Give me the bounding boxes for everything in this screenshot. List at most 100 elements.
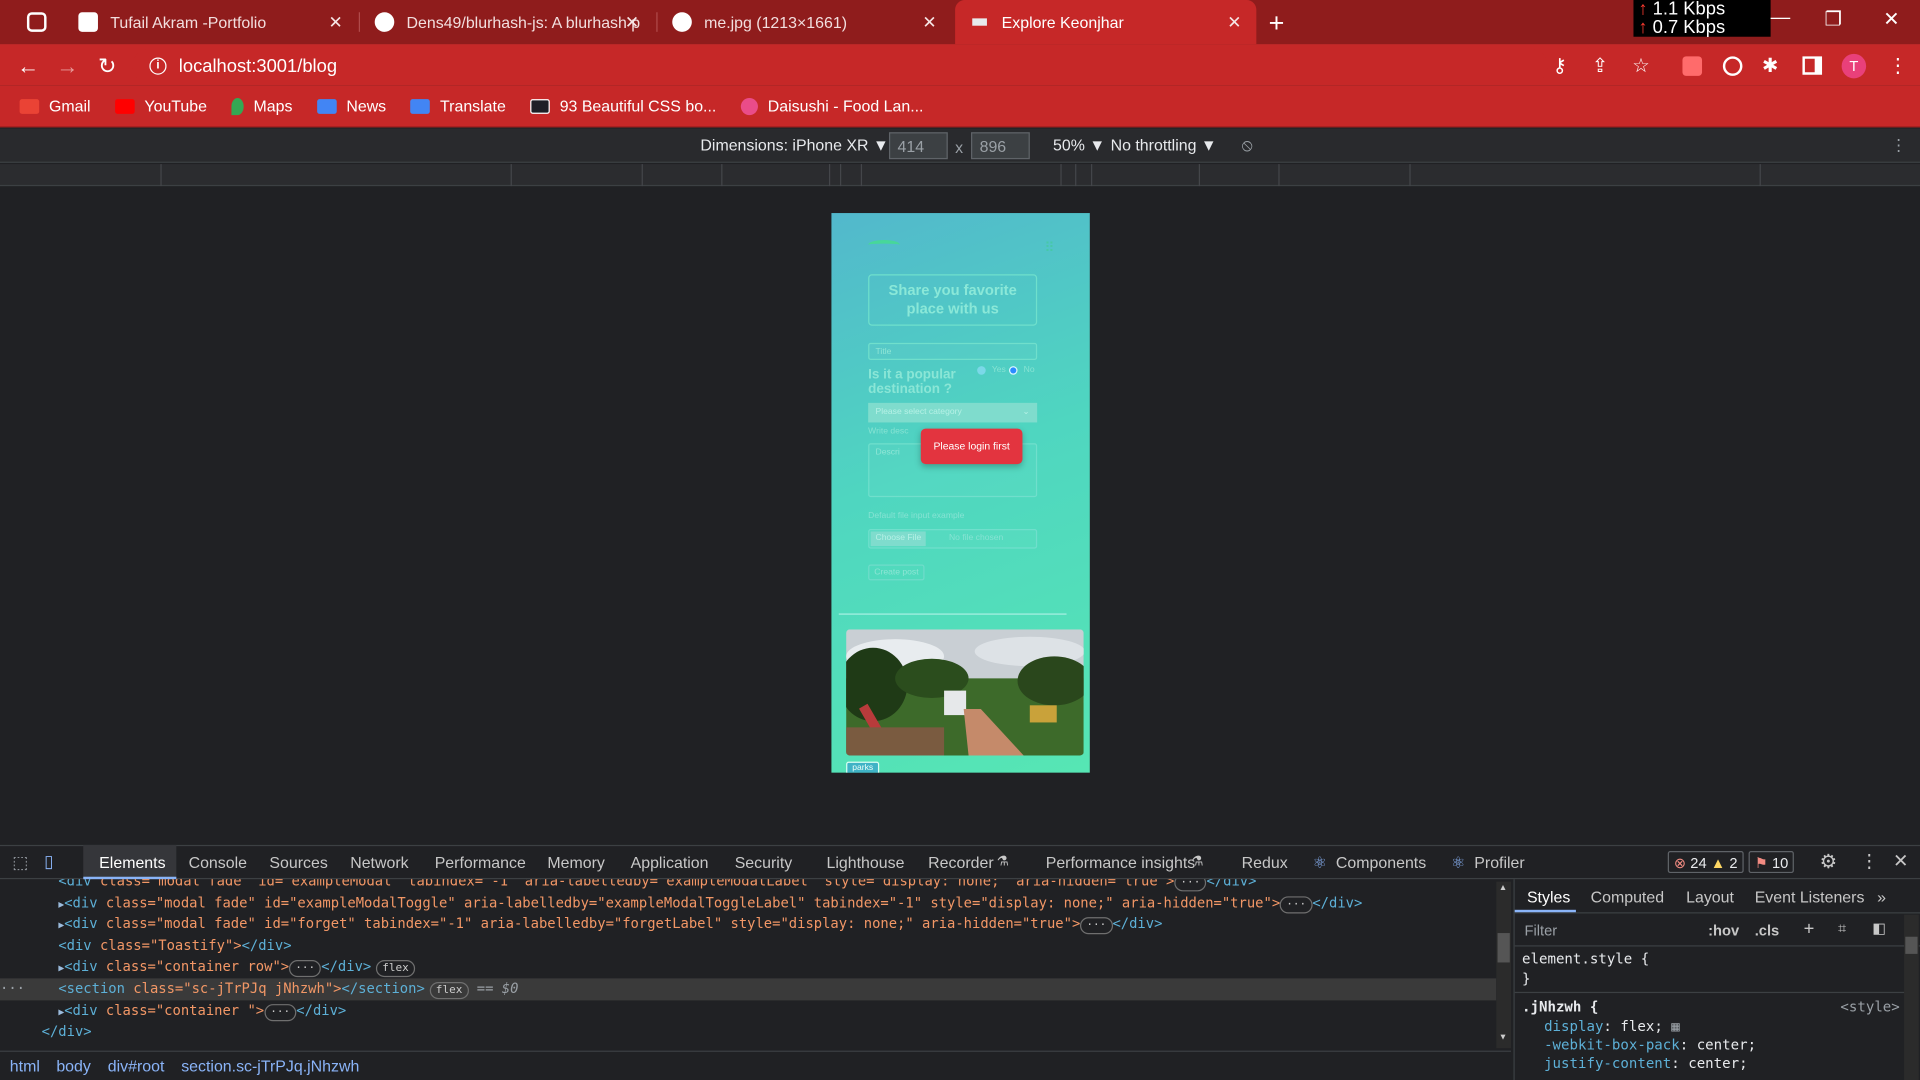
grid-menu-icon[interactable]: ⠿ bbox=[1044, 240, 1054, 256]
dimensions-dropdown[interactable]: Dimensions: iPhone XR ▼ bbox=[700, 136, 888, 154]
key-icon[interactable]: ⚷ bbox=[1553, 54, 1567, 78]
close-devtools-icon[interactable]: ✕ bbox=[1893, 850, 1908, 872]
cls-button[interactable]: .cls bbox=[1755, 922, 1780, 939]
tab-portfolio[interactable]: Tufail Akram -Portfolio ✕ bbox=[64, 0, 358, 44]
chrome-menu-icon[interactable] bbox=[26, 12, 47, 32]
dom-node-line[interactable]: </div> bbox=[0, 1021, 1496, 1043]
add-rule-icon[interactable]: + bbox=[1804, 918, 1815, 939]
close-tab-icon[interactable]: ✕ bbox=[1227, 12, 1241, 32]
css-property[interactable]: display: flex; ▦ bbox=[1544, 1018, 1680, 1036]
extension-icon[interactable] bbox=[1682, 56, 1703, 76]
styles-filter-input[interactable]: Filter bbox=[1524, 922, 1557, 939]
tab-image[interactable]: me.jpg (1213×1661) ✕ bbox=[658, 0, 952, 44]
restore-icon[interactable]: ❐ bbox=[1824, 7, 1842, 31]
styles-scrollbar[interactable] bbox=[1904, 914, 1919, 1080]
reload-icon[interactable]: ↻ bbox=[98, 54, 116, 80]
collapsed-ellipsis[interactable]: ··· bbox=[1280, 895, 1313, 913]
create-post-button[interactable]: Create post bbox=[868, 564, 925, 581]
puzzle-icon[interactable]: ✱ bbox=[1762, 54, 1778, 78]
tab-performance[interactable]: Performance bbox=[435, 853, 526, 871]
css-property[interactable]: justify-content: center; bbox=[1544, 1054, 1747, 1072]
zoom-dropdown[interactable]: 50% ▼ bbox=[1053, 136, 1105, 154]
close-tab-icon[interactable]: ✕ bbox=[625, 12, 639, 32]
side-panel-icon[interactable] bbox=[1802, 56, 1823, 75]
back-arrow-icon[interactable]: ← bbox=[17, 54, 39, 80]
tab-memory[interactable]: Memory bbox=[547, 853, 604, 871]
bookmark-youtube[interactable]: YouTube bbox=[115, 97, 207, 115]
dom-node-line[interactable]: <div class="modal fade" id="exampleModal… bbox=[0, 879, 1496, 892]
tab-console[interactable]: Console bbox=[189, 853, 247, 871]
flex-editor-icon[interactable]: ▦ bbox=[1671, 1018, 1679, 1035]
dom-node-line[interactable]: ▶<div class="modal fade" id="forget" tab… bbox=[0, 914, 1496, 936]
collapsed-ellipsis[interactable]: ··· bbox=[264, 1003, 297, 1021]
tab-recorder[interactable]: Recorder bbox=[928, 853, 993, 871]
devtools-more-icon[interactable]: ⋮ bbox=[1860, 850, 1878, 872]
tab-styles[interactable]: Styles bbox=[1527, 888, 1570, 906]
new-tab-button[interactable]: + bbox=[1269, 7, 1285, 39]
tab-security[interactable]: Security bbox=[735, 853, 793, 871]
tab-event-listeners[interactable]: Event Listeners bbox=[1755, 888, 1865, 906]
issues-badge[interactable]: ⚑ 10 bbox=[1748, 851, 1795, 874]
avatar[interactable]: T bbox=[1841, 53, 1867, 79]
dom-node-line[interactable]: ▶<div class="modal fade" id="exampleModa… bbox=[0, 892, 1496, 914]
dom-node-line[interactable]: <div class="Toastify"></div> bbox=[0, 935, 1496, 957]
close-tab-icon[interactable]: ✕ bbox=[922, 12, 936, 32]
elements-scrollbar[interactable]: ▲ ▼ bbox=[1496, 881, 1512, 1049]
tab-profiler[interactable]: Profiler bbox=[1474, 853, 1524, 871]
bookmark-daisushi[interactable]: Daisushi - Food Lan... bbox=[740, 97, 923, 115]
rule-source-link[interactable]: <style> bbox=[1840, 998, 1899, 1016]
tab-performance-insights[interactable]: Performance insights bbox=[1046, 853, 1196, 871]
collapsed-ellipsis[interactable]: ··· bbox=[1080, 917, 1113, 935]
tab-elements[interactable]: Elements bbox=[99, 853, 165, 871]
bookmark-gmail[interactable]: Gmail bbox=[19, 97, 91, 115]
tab-computed[interactable]: Computed bbox=[1591, 888, 1664, 906]
dom-node-line[interactable]: ··· <section class="sc-jTrPJq jNhzwh"></… bbox=[0, 978, 1497, 1001]
tab-layout[interactable]: Layout bbox=[1686, 888, 1734, 906]
rule-selector[interactable]: .jNhzwh { bbox=[1522, 998, 1598, 1016]
crumb-html[interactable]: html bbox=[10, 1057, 40, 1075]
more-tabs-icon[interactable]: » bbox=[1877, 888, 1886, 906]
toggle-sidebar-icon[interactable]: ◧ bbox=[1872, 920, 1886, 937]
choose-file-button[interactable]: Choose File bbox=[870, 531, 927, 547]
radio-no[interactable] bbox=[1008, 366, 1018, 375]
file-input[interactable]: Choose File No file chosen bbox=[868, 528, 1038, 549]
dom-node-line[interactable]: ▶<div class="container "> ··· </div> bbox=[0, 1000, 1496, 1022]
minimize-icon[interactable]: — bbox=[1771, 7, 1791, 29]
hov-button[interactable]: :hov bbox=[1708, 922, 1739, 939]
settings-gear-icon[interactable]: ⚙ bbox=[1820, 850, 1838, 874]
bookmark-translate[interactable]: Translate bbox=[410, 97, 506, 115]
bookmark-news[interactable]: News bbox=[316, 97, 386, 115]
paint-icon[interactable]: ⌗ bbox=[1838, 920, 1846, 938]
bookmark-star-icon[interactable]: ☆ bbox=[1632, 54, 1650, 78]
error-warning-badge[interactable]: ⊗ 24 ▲ 2 bbox=[1667, 851, 1744, 874]
category-select[interactable]: Please select category ⌄ bbox=[868, 402, 1038, 423]
collapsed-ellipsis[interactable]: ··· bbox=[1174, 879, 1207, 892]
close-window-icon[interactable]: ✕ bbox=[1883, 7, 1899, 31]
tab-application[interactable]: Application bbox=[631, 853, 709, 871]
device-more-icon[interactable]: ⋮ bbox=[1891, 136, 1907, 156]
rotate-icon[interactable]: ⦸ bbox=[1242, 135, 1253, 156]
dom-node-line[interactable]: ▶<div class="container row"> ··· </div> fle… bbox=[0, 957, 1496, 979]
category-tag[interactable]: parks bbox=[846, 761, 880, 773]
css-property[interactable]: -webkit-box-pack: center; bbox=[1544, 1036, 1756, 1054]
width-input[interactable]: 414 bbox=[888, 132, 948, 160]
site-info-icon[interactable]: i bbox=[149, 57, 167, 75]
radio-yes[interactable] bbox=[977, 366, 986, 375]
collapsed-ellipsis[interactable]: ··· bbox=[289, 960, 322, 978]
site-logo[interactable] bbox=[868, 240, 901, 250]
crumb-section[interactable]: section.sc-jTrPJq.jNhzwh bbox=[181, 1057, 359, 1075]
tab-sources[interactable]: Sources bbox=[269, 853, 327, 871]
park-photo[interactable] bbox=[846, 629, 1084, 756]
height-input[interactable]: 896 bbox=[971, 132, 1030, 160]
bookmark-maps[interactable]: Maps bbox=[231, 97, 292, 115]
address-bar[interactable]: i localhost:3001/blog bbox=[132, 48, 1548, 84]
tab-components[interactable]: Components bbox=[1336, 853, 1426, 871]
tab-github[interactable]: Dens49/blurhash-js: A blurhash p ✕ bbox=[360, 0, 654, 44]
elements-tree[interactable]: <div class="modal fade" id="exampleModal… bbox=[0, 879, 1497, 1048]
tab-redux[interactable]: Redux bbox=[1242, 853, 1288, 871]
tab-lighthouse[interactable]: Lighthouse bbox=[827, 853, 905, 871]
title-input[interactable]: Title bbox=[868, 342, 1038, 361]
element-style-selector[interactable]: element.style { bbox=[1522, 950, 1649, 968]
bookmark-css-borders[interactable]: 93 Beautiful CSS bo... bbox=[530, 97, 716, 115]
forward-arrow-icon[interactable]: → bbox=[56, 54, 78, 80]
